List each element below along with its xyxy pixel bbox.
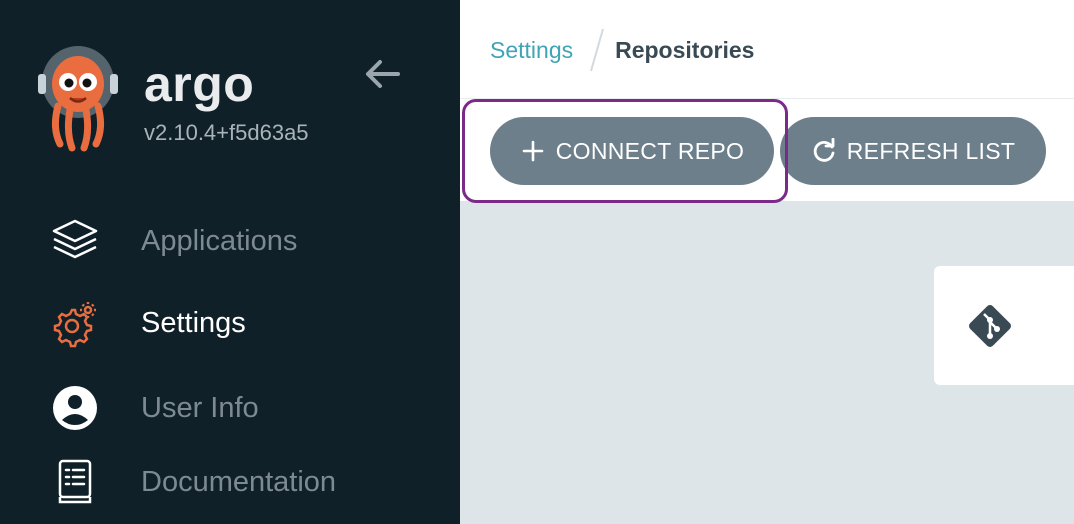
brand-name: argo <box>144 56 255 112</box>
sidebar-item-label: User Info <box>141 392 259 424</box>
sidebar: argo v2.10.4+f5d63a5 Applications Settin… <box>0 0 460 524</box>
collapse-sidebar-button[interactable] <box>360 56 404 96</box>
sidebar-item-label: Documentation <box>141 466 337 498</box>
refresh-list-button[interactable]: REFRESH LIST <box>780 117 1046 185</box>
breadcrumb: Settings Repositories <box>490 27 755 73</box>
repo-card[interactable] <box>934 266 1074 385</box>
connect-repo-label: CONNECT REPO <box>555 137 745 164</box>
sidebar-item-label: Settings <box>141 307 246 339</box>
user-circle-icon <box>50 383 100 433</box>
arrow-left-icon <box>362 58 402 95</box>
sidebar-item-label: Applications <box>141 225 298 257</box>
toolbar: CONNECT REPO REFRESH LIST <box>460 99 1074 203</box>
top-bar: Settings Repositories <box>460 0 1074 99</box>
sidebar-item-applications[interactable]: Applications <box>0 206 460 276</box>
plus-icon <box>520 138 546 164</box>
book-icon <box>50 457 100 507</box>
sidebar-item-documentation[interactable]: Documentation <box>0 447 460 517</box>
connect-repo-button[interactable]: CONNECT REPO <box>490 117 774 185</box>
version-label: v2.10.4+f5d63a5 <box>144 120 309 145</box>
app-window: argo v2.10.4+f5d63a5 Applications Settin… <box>0 0 1074 524</box>
page-title: Repositories <box>615 36 755 63</box>
argo-logo-icon <box>36 44 120 152</box>
brand: argo v2.10.4+f5d63a5 <box>36 44 416 154</box>
gear-icon <box>50 298 100 348</box>
breadcrumb-separator <box>590 27 605 73</box>
git-icon <box>964 300 1016 352</box>
refresh-icon <box>811 138 837 164</box>
main-content: Settings Repositories CONNECT REPO REFRE… <box>460 0 1074 524</box>
breadcrumb-settings-link[interactable]: Settings <box>490 37 573 64</box>
sidebar-item-settings[interactable]: Settings <box>0 288 460 358</box>
refresh-list-label: REFRESH LIST <box>846 137 1016 164</box>
layers-icon <box>50 216 100 266</box>
sidebar-item-user-info[interactable]: User Info <box>0 373 460 443</box>
